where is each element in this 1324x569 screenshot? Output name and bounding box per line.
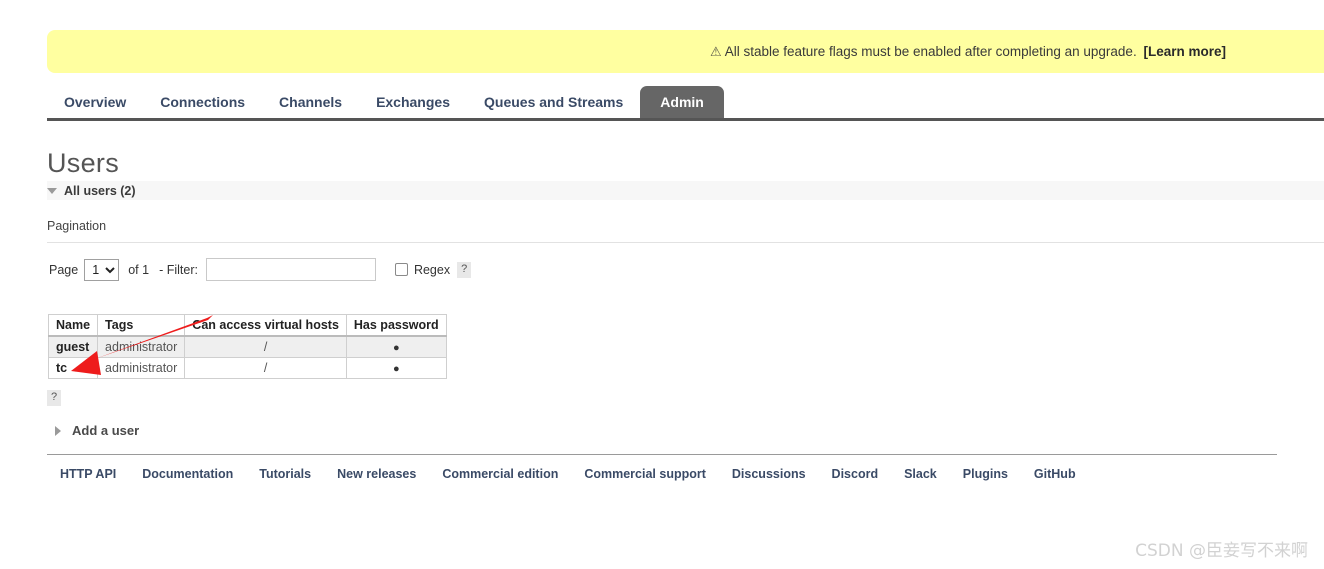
footer-link-documentation[interactable]: Documentation [129,463,246,485]
footer-link-http-api[interactable]: HTTP API [47,463,129,485]
column-header-tags[interactable]: Tags [97,314,186,337]
watermark: CSDN @臣妾写不来啊 [1135,541,1308,561]
tab-queues-and-streams[interactable]: Queues and Streams [467,86,640,119]
column-header-has-password[interactable]: Has password [345,314,447,337]
users-table: Name Tags Can access virtual hosts Has p… [47,314,447,379]
all-users-section-header[interactable]: All users (2) [47,181,1324,200]
filter-input[interactable] [205,258,376,281]
footer-link-commercial-edition[interactable]: Commercial edition [429,463,571,485]
pagination-divider [47,242,1324,243]
warning-triangle-icon: ⚠ [710,43,722,59]
table-row[interactable]: tc administrator / ● [47,357,447,379]
user-vhosts-cell: / [184,335,347,358]
pagination-controls: Page 1 of 1 - Filter: Regex ? [49,258,472,281]
table-row[interactable]: guest administrator / ● [47,335,447,358]
triangle-right-icon [55,425,61,436]
learn-more-link[interactable]: [Learn more] [1143,44,1226,59]
filter-label: - Filter: [159,262,198,277]
page-title: Users [47,148,120,178]
column-header-name[interactable]: Name [47,314,99,337]
user-tags-cell: administrator [97,357,186,379]
add-a-user-section[interactable]: Add a user [55,423,139,438]
banner-message: All stable feature flags must be enabled… [724,43,1137,59]
nav-underline [47,118,1324,121]
tab-exchanges[interactable]: Exchanges [359,86,467,119]
add-a-user-label: Add a user [72,423,140,438]
main-nav-tabs: Overview Connections Channels Exchanges … [47,86,1324,119]
feature-flag-banner: ⚠ All stable feature flags must be enable… [47,30,1324,73]
users-table-help-button[interactable]: ? [47,390,62,406]
all-users-label: All users (2) [64,183,136,198]
page-select[interactable]: 1 [84,258,120,281]
user-name-cell[interactable]: tc [47,357,99,379]
regex-label: Regex [413,262,451,277]
password-dot-icon: ● [392,363,400,375]
user-has-password-cell: ● [345,335,447,358]
tab-channels[interactable]: Channels [262,86,359,119]
footer-link-new-releases[interactable]: New releases [324,463,429,485]
footer-link-github[interactable]: GitHub [1021,463,1089,485]
user-vhosts-cell: / [184,357,347,379]
banner-text: ⚠ All stable feature flags must be enable… [710,44,1226,60]
table-header-row: Name Tags Can access virtual hosts Has p… [47,314,447,337]
footer-divider [47,454,1277,455]
user-has-password-cell: ● [345,357,447,379]
user-name-cell[interactable]: guest [47,335,99,358]
pagination-heading: Pagination [47,219,107,233]
footer-link-plugins[interactable]: Plugins [950,463,1021,485]
footer-link-discussions[interactable]: Discussions [719,463,819,485]
regex-control: Regex ? [394,261,472,278]
footer-link-commercial-support[interactable]: Commercial support [571,463,719,485]
regex-checkbox[interactable] [394,263,408,276]
password-dot-icon: ● [392,342,400,354]
user-tags-cell: administrator [97,335,186,358]
triangle-down-icon [47,187,57,194]
tab-connections[interactable]: Connections [143,86,262,119]
page-label: Page [49,262,79,277]
tab-admin[interactable]: Admin [640,86,724,119]
footer-links: HTTP API Documentation Tutorials New rel… [47,463,1089,485]
footer-link-slack[interactable]: Slack [891,463,950,485]
footer-link-tutorials[interactable]: Tutorials [246,463,324,485]
pagination-help-button[interactable]: ? [457,261,472,278]
page-count-label: of 1 [128,262,150,277]
tab-overview[interactable]: Overview [47,86,143,119]
column-header-vhosts[interactable]: Can access virtual hosts [184,314,347,337]
footer-link-discord[interactable]: Discord [819,463,892,485]
